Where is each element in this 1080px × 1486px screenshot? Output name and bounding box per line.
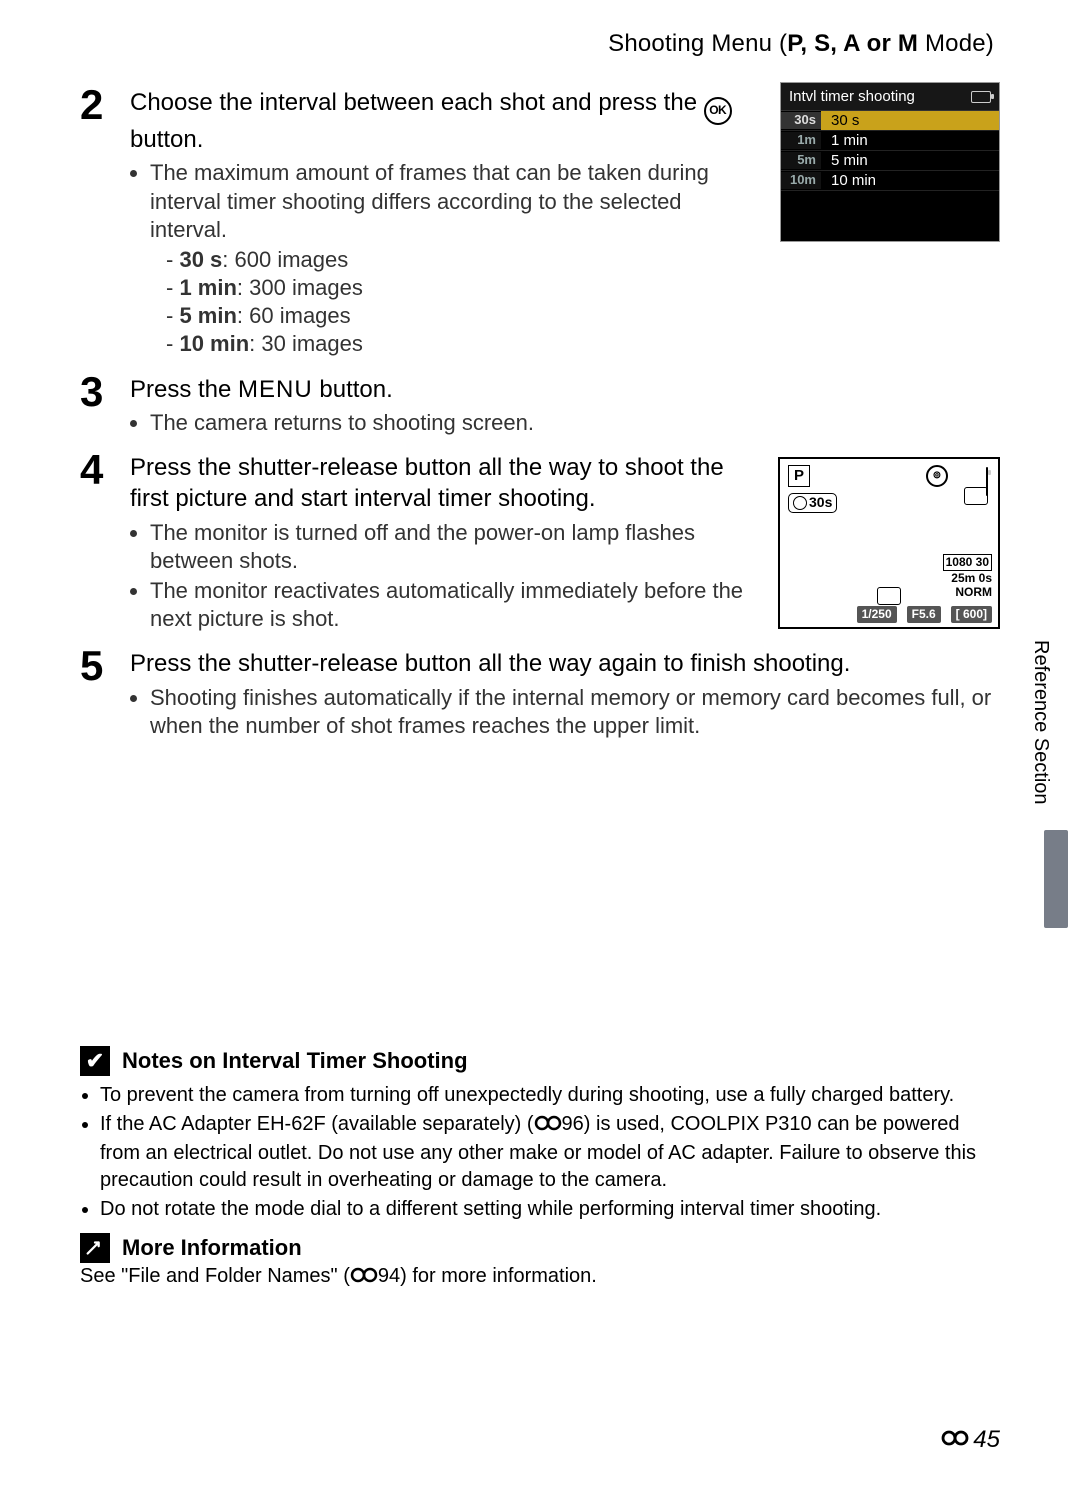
notes-bullet-3: Do not rotate the mode dial to a differe… [100, 1196, 1000, 1223]
aperture: F5.6 [907, 606, 941, 623]
ok-button-icon: OK [704, 97, 732, 125]
caution-icon: ✔ [80, 1046, 110, 1076]
step-4-bullet-1: The monitor is turned off and the power-… [150, 519, 754, 575]
interval-menu-screenshot: Intvl timer shooting 30s 30 s 1m 1 min 5… [780, 82, 1000, 242]
lcd-row-5m: 5m 5 min [781, 151, 999, 171]
shutter-speed: 1/250 [857, 606, 897, 623]
clock-icon [793, 496, 807, 510]
step-3-heading: Press the MENU button. [130, 375, 1000, 406]
side-section-label: Reference Section [1029, 640, 1052, 805]
side-tab-marker [1044, 830, 1068, 928]
step-5: 5 Press the shutter-release button all t… [80, 649, 1000, 746]
step-5-heading: Press the shutter-release button all the… [130, 649, 1000, 680]
rec-time: 25m 0s [951, 571, 992, 585]
menu-button-label: MENU [238, 376, 313, 403]
step-2-heading: Choose the interval between each shot an… [130, 88, 756, 155]
step-3: 3 Press the MENU button. The camera retu… [80, 375, 1000, 444]
reference-icon [534, 1113, 562, 1140]
manual-page: Shooting Menu (P, S, A or M Mode) Refere… [0, 0, 1080, 1486]
release-mode-icon [964, 487, 988, 505]
notes-bullet-2: If the AC Adapter EH-62F (available sepa… [100, 1111, 1000, 1194]
movie-res: 1080 30 [943, 554, 992, 570]
step-4-heading: Press the shutter-release button all the… [130, 453, 754, 514]
more-info-text: See "File and Folder Names" (94) for mor… [80, 1265, 1000, 1290]
notes-section: ✔ Notes on Interval Timer Shooting To pr… [80, 1046, 1000, 1290]
step-2-bullet-1: The maximum amount of frames that can be… [150, 159, 756, 358]
notes-title: Notes on Interval Timer Shooting [122, 1048, 468, 1074]
interval-badge: 30s [788, 493, 837, 513]
step-3-bullet-1: The camera returns to shooting screen. [150, 409, 1000, 437]
reference-icon [350, 1266, 378, 1290]
lcd-menu-title: Intvl timer shooting [789, 87, 915, 106]
step-4-bullet-2: The monitor reactivates automatically im… [150, 577, 754, 633]
section-header: Shooting Menu (P, S, A or M Mode) [80, 30, 994, 58]
header-suffix: Mode) [918, 30, 994, 57]
step-number: 4 [80, 449, 130, 491]
more-info-title: More Information [122, 1235, 302, 1261]
step-number: 3 [80, 371, 130, 413]
lcd-row-1m: 1m 1 min [781, 131, 999, 151]
smile-icon [877, 587, 901, 605]
notes-bullet-1: To prevent the camera from turning off u… [100, 1082, 1000, 1109]
step-number: 5 [80, 645, 130, 687]
remaining-shots: [ 600] [951, 606, 992, 623]
shooting-screen-screenshot: P ⊚ 30s 1080 30 25m 0s NORM 1/250 [778, 457, 1000, 629]
step-4: 4 Press the shutter-release button all t… [80, 453, 1000, 639]
step-5-bullet-1: Shooting finishes automatically if the i… [150, 684, 1000, 740]
lcd-row-30s: 30s 30 s [781, 111, 999, 131]
header-modes: P, S, A or M [787, 30, 918, 57]
step-2: 2 Choose the interval between each shot … [80, 88, 1000, 365]
quality: NORM [955, 585, 992, 599]
lcd-row-10m: 10m 10 min [781, 171, 999, 191]
header-prefix: Shooting Menu ( [608, 30, 787, 57]
step-2-bullets: The maximum amount of frames that can be… [130, 159, 756, 358]
step-number: 2 [80, 84, 130, 126]
mode-indicator: P [788, 465, 810, 486]
info-icon [80, 1233, 110, 1263]
af-icon: ⊚ [926, 465, 948, 487]
battery-icon [971, 91, 991, 103]
page-number: 45 [941, 1426, 1000, 1454]
reference-icon [941, 1426, 969, 1454]
